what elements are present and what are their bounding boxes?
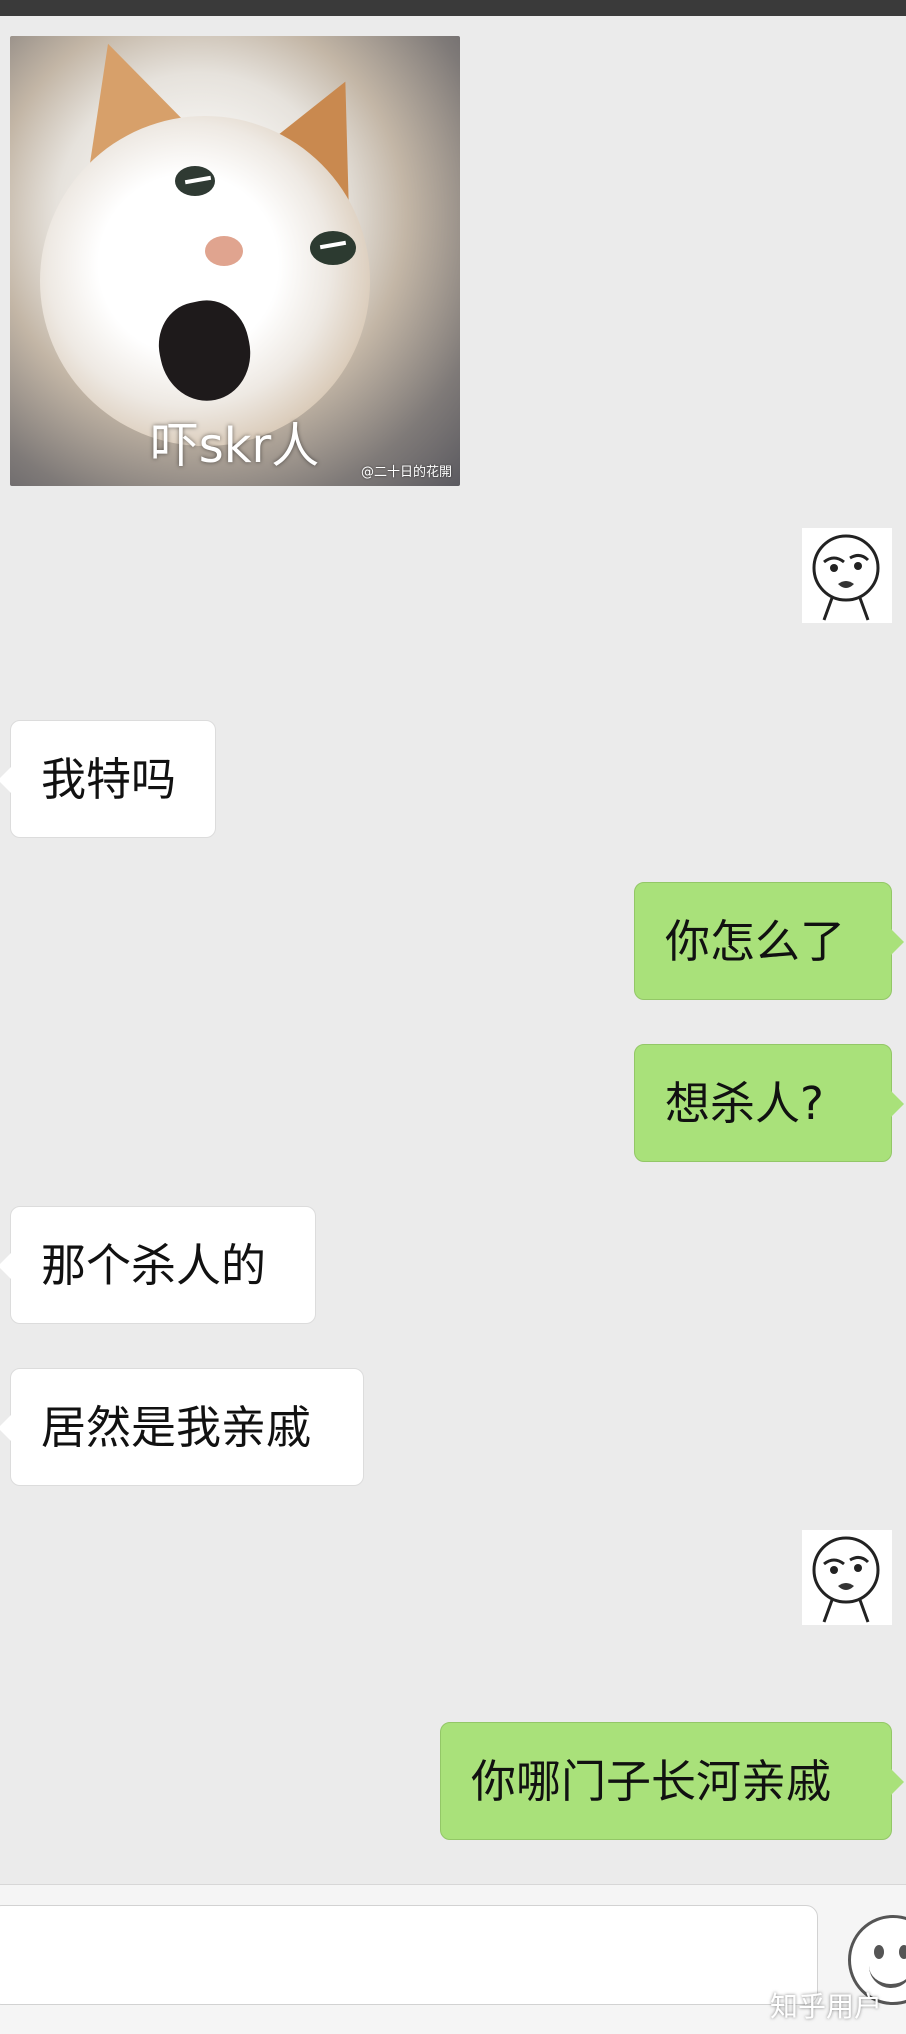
message-input[interactable]: [0, 1905, 818, 2005]
cat-eye-right: [310, 231, 356, 265]
incoming-message[interactable]: 那个杀人的: [0, 1206, 316, 1324]
outgoing-message[interactable]: 你怎么了: [634, 882, 904, 1000]
incoming-message[interactable]: 我特吗: [0, 720, 216, 838]
meme-watermark: @二十日的花開: [360, 465, 452, 480]
zhihu-watermark: 知乎用户: [770, 1990, 883, 2023]
cat-meme-sticker[interactable]: 吓skr人 @二十日的花開: [10, 36, 460, 486]
incoming-message[interactable]: 居然是我亲戚: [0, 1368, 364, 1486]
outgoing-message[interactable]: 想杀人?: [634, 1044, 904, 1162]
face-sticker-icon[interactable]: [802, 528, 892, 623]
face-sticker-icon[interactable]: [802, 1530, 892, 1625]
chat-area[interactable]: 吓skr人 @二十日的花開 我特吗 你怎么了 想杀人? 那个杀人的 居然是我亲戚: [0, 16, 906, 1884]
cat-eye-left: [175, 166, 215, 196]
cat-nose: [205, 236, 243, 266]
outgoing-message[interactable]: 你哪门子长河亲戚: [440, 1722, 904, 1840]
status-bar-strip: [0, 0, 906, 16]
